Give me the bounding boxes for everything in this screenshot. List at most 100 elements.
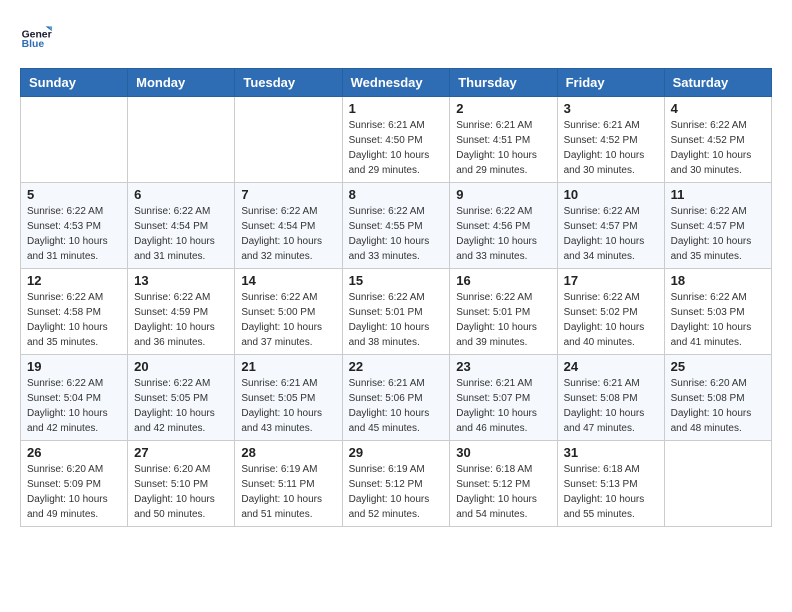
weekday-header-thursday: Thursday	[450, 69, 557, 97]
day-number: 25	[671, 359, 765, 374]
day-number: 16	[456, 273, 550, 288]
calendar-cell	[21, 97, 128, 183]
calendar-cell: 28 Sunrise: 6:19 AM Sunset: 5:11 PM Dayli…	[235, 441, 342, 527]
calendar-cell: 29 Sunrise: 6:19 AM Sunset: 5:12 PM Dayli…	[342, 441, 450, 527]
page-header: General Blue	[20, 20, 772, 52]
weekday-header-wednesday: Wednesday	[342, 69, 450, 97]
day-info: Sunrise: 6:22 AM Sunset: 5:00 PM Dayligh…	[241, 290, 335, 350]
day-number: 4	[671, 101, 765, 116]
calendar-table: SundayMondayTuesdayWednesdayThursdayFrid…	[20, 68, 772, 527]
calendar-week-3: 12 Sunrise: 6:22 AM Sunset: 4:58 PM Dayli…	[21, 269, 772, 355]
calendar-cell: 11Sunrise: 6:22 AM Sunset: 4:57 PM Dayli…	[664, 183, 771, 269]
day-info: Sunrise: 6:19 AM Sunset: 5:11 PM Dayligh…	[241, 462, 335, 522]
calendar-cell: 24 Sunrise: 6:21 AM Sunset: 5:08 PM Dayli…	[557, 355, 664, 441]
day-info: Sunrise: 6:21 AM Sunset: 4:52 PM Dayligh…	[564, 118, 658, 178]
day-info: Sunrise: 6:21 AM Sunset: 5:08 PM Dayligh…	[564, 376, 658, 436]
calendar-cell	[128, 97, 235, 183]
day-number: 9	[456, 187, 550, 202]
day-number: 22	[349, 359, 444, 374]
calendar-cell	[235, 97, 342, 183]
day-info: Sunrise: 6:22 AM Sunset: 4:53 PM Dayligh…	[27, 204, 121, 264]
calendar-cell: 5 Sunrise: 6:22 AM Sunset: 4:53 PM Daylig…	[21, 183, 128, 269]
day-number: 27	[134, 445, 228, 460]
day-number: 3	[564, 101, 658, 116]
day-number: 18	[671, 273, 765, 288]
calendar-cell: 14 Sunrise: 6:22 AM Sunset: 5:00 PM Dayli…	[235, 269, 342, 355]
day-number: 10	[564, 187, 658, 202]
calendar-week-5: 26Sunrise: 6:20 AM Sunset: 5:09 PM Dayli…	[21, 441, 772, 527]
day-number: 6	[134, 187, 228, 202]
calendar-cell: 22 Sunrise: 6:21 AM Sunset: 5:06 PM Dayli…	[342, 355, 450, 441]
day-number: 1	[349, 101, 444, 116]
calendar-cell: 2Sunrise: 6:21 AM Sunset: 4:51 PM Daylig…	[450, 97, 557, 183]
day-info: Sunrise: 6:21 AM Sunset: 5:07 PM Dayligh…	[456, 376, 550, 436]
day-number: 28	[241, 445, 335, 460]
day-info: Sunrise: 6:20 AM Sunset: 5:10 PM Dayligh…	[134, 462, 228, 522]
weekday-header-saturday: Saturday	[664, 69, 771, 97]
day-number: 29	[349, 445, 444, 460]
day-number: 23	[456, 359, 550, 374]
calendar-week-2: 5 Sunrise: 6:22 AM Sunset: 4:53 PM Daylig…	[21, 183, 772, 269]
calendar-week-4: 19Sunrise: 6:22 AM Sunset: 5:04 PM Dayli…	[21, 355, 772, 441]
weekday-header-monday: Monday	[128, 69, 235, 97]
calendar-cell: 27 Sunrise: 6:20 AM Sunset: 5:10 PM Dayli…	[128, 441, 235, 527]
calendar-cell: 20Sunrise: 6:22 AM Sunset: 5:05 PM Dayli…	[128, 355, 235, 441]
day-info: Sunrise: 6:22 AM Sunset: 4:57 PM Dayligh…	[564, 204, 658, 264]
calendar-cell: 9 Sunrise: 6:22 AM Sunset: 4:56 PM Daylig…	[450, 183, 557, 269]
calendar-cell: 8Sunrise: 6:22 AM Sunset: 4:55 PM Daylig…	[342, 183, 450, 269]
day-info: Sunrise: 6:21 AM Sunset: 5:06 PM Dayligh…	[349, 376, 444, 436]
calendar-cell: 7Sunrise: 6:22 AM Sunset: 4:54 PM Daylig…	[235, 183, 342, 269]
calendar-cell: 21Sunrise: 6:21 AM Sunset: 5:05 PM Dayli…	[235, 355, 342, 441]
calendar-week-1: 1 Sunrise: 6:21 AM Sunset: 4:50 PM Daylig…	[21, 97, 772, 183]
weekday-header-tuesday: Tuesday	[235, 69, 342, 97]
day-info: Sunrise: 6:22 AM Sunset: 5:04 PM Dayligh…	[27, 376, 121, 436]
day-info: Sunrise: 6:22 AM Sunset: 5:02 PM Dayligh…	[564, 290, 658, 350]
day-info: Sunrise: 6:22 AM Sunset: 5:01 PM Dayligh…	[349, 290, 444, 350]
day-info: Sunrise: 6:22 AM Sunset: 4:57 PM Dayligh…	[671, 204, 765, 264]
day-info: Sunrise: 6:18 AM Sunset: 5:12 PM Dayligh…	[456, 462, 550, 522]
weekday-header-friday: Friday	[557, 69, 664, 97]
calendar-header-row: SundayMondayTuesdayWednesdayThursdayFrid…	[21, 69, 772, 97]
day-number: 24	[564, 359, 658, 374]
calendar-cell: 10 Sunrise: 6:22 AM Sunset: 4:57 PM Dayli…	[557, 183, 664, 269]
day-number: 14	[241, 273, 335, 288]
calendar-cell: 13 Sunrise: 6:22 AM Sunset: 4:59 PM Dayli…	[128, 269, 235, 355]
day-info: Sunrise: 6:22 AM Sunset: 4:58 PM Dayligh…	[27, 290, 121, 350]
calendar-cell: 15 Sunrise: 6:22 AM Sunset: 5:01 PM Dayli…	[342, 269, 450, 355]
day-number: 15	[349, 273, 444, 288]
day-info: Sunrise: 6:19 AM Sunset: 5:12 PM Dayligh…	[349, 462, 444, 522]
day-info: Sunrise: 6:22 AM Sunset: 4:59 PM Dayligh…	[134, 290, 228, 350]
calendar-cell	[664, 441, 771, 527]
calendar-cell: 31 Sunrise: 6:18 AM Sunset: 5:13 PM Dayli…	[557, 441, 664, 527]
day-info: Sunrise: 6:20 AM Sunset: 5:08 PM Dayligh…	[671, 376, 765, 436]
calendar-cell: 25 Sunrise: 6:20 AM Sunset: 5:08 PM Dayli…	[664, 355, 771, 441]
day-number: 12	[27, 273, 121, 288]
day-info: Sunrise: 6:22 AM Sunset: 5:03 PM Dayligh…	[671, 290, 765, 350]
day-info: Sunrise: 6:22 AM Sunset: 4:52 PM Dayligh…	[671, 118, 765, 178]
day-number: 20	[134, 359, 228, 374]
day-number: 31	[564, 445, 658, 460]
day-info: Sunrise: 6:22 AM Sunset: 5:01 PM Dayligh…	[456, 290, 550, 350]
calendar-cell: 17 Sunrise: 6:22 AM Sunset: 5:02 PM Dayli…	[557, 269, 664, 355]
day-info: Sunrise: 6:18 AM Sunset: 5:13 PM Dayligh…	[564, 462, 658, 522]
calendar-cell: 18 Sunrise: 6:22 AM Sunset: 5:03 PM Dayli…	[664, 269, 771, 355]
day-info: Sunrise: 6:22 AM Sunset: 4:56 PM Dayligh…	[456, 204, 550, 264]
day-number: 5	[27, 187, 121, 202]
calendar-cell: 1 Sunrise: 6:21 AM Sunset: 4:50 PM Daylig…	[342, 97, 450, 183]
calendar-cell: 23 Sunrise: 6:21 AM Sunset: 5:07 PM Dayli…	[450, 355, 557, 441]
day-info: Sunrise: 6:22 AM Sunset: 4:54 PM Dayligh…	[241, 204, 335, 264]
day-info: Sunrise: 6:21 AM Sunset: 5:05 PM Dayligh…	[241, 376, 335, 436]
calendar-cell: 6Sunrise: 6:22 AM Sunset: 4:54 PM Daylig…	[128, 183, 235, 269]
day-number: 26	[27, 445, 121, 460]
calendar-cell: 16 Sunrise: 6:22 AM Sunset: 5:01 PM Dayli…	[450, 269, 557, 355]
day-number: 8	[349, 187, 444, 202]
day-number: 13	[134, 273, 228, 288]
day-number: 17	[564, 273, 658, 288]
calendar-cell: 30Sunrise: 6:18 AM Sunset: 5:12 PM Dayli…	[450, 441, 557, 527]
day-number: 2	[456, 101, 550, 116]
calendar-cell: 19Sunrise: 6:22 AM Sunset: 5:04 PM Dayli…	[21, 355, 128, 441]
weekday-header-sunday: Sunday	[21, 69, 128, 97]
calendar-cell: 12 Sunrise: 6:22 AM Sunset: 4:58 PM Dayli…	[21, 269, 128, 355]
day-info: Sunrise: 6:21 AM Sunset: 4:50 PM Dayligh…	[349, 118, 444, 178]
calendar-cell: 3 Sunrise: 6:21 AM Sunset: 4:52 PM Daylig…	[557, 97, 664, 183]
